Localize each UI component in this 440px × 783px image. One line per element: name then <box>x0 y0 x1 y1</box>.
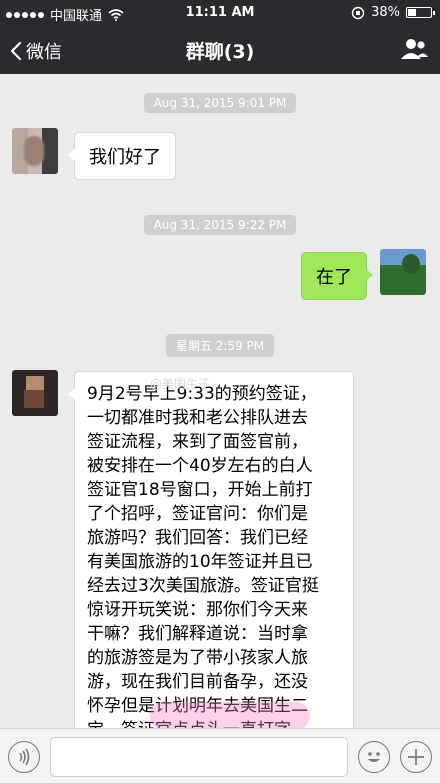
avatar[interactable] <box>12 128 58 174</box>
watermark: @美国生子 <box>150 377 211 391</box>
status-bar: 中国联通 11:11 AM 38% <box>0 0 440 26</box>
message-line: 经去过3次美国旅游。签证官挺 <box>87 576 319 596</box>
battery-fill <box>408 9 417 16</box>
message-line: 了个招呼，签证官问：你们是 <box>87 504 308 524</box>
message-line: 有美国旅游的10年签证并且已 <box>87 552 313 572</box>
avatar[interactable] <box>380 249 426 295</box>
more-options-button[interactable] <box>400 741 432 773</box>
outgoing-message[interactable]: 在了 <box>301 252 373 300</box>
incoming-message[interactable]: 我们好了 <box>68 132 176 180</box>
orientation-lock-icon <box>351 6 365 19</box>
highlight-mark <box>150 702 310 728</box>
smiley-icon <box>368 752 380 762</box>
plus-icon <box>408 749 424 765</box>
emoji-button[interactable] <box>358 741 390 773</box>
message-line: 旅游吗？我们回答：我们已经 <box>87 528 308 548</box>
message-line: 游，现在我们目前备孕，还没 <box>87 672 308 692</box>
message-timestamp: Aug 31, 2015 9:22 PM <box>0 214 440 235</box>
avatar[interactable] <box>12 370 58 416</box>
voice-icon <box>19 748 30 766</box>
message-line: 签证官18号窗口，开始上前打 <box>87 480 313 500</box>
message-timestamp: Aug 31, 2015 9:01 PM <box>0 92 440 113</box>
message-timestamp: 星期五 2:59 PM <box>0 334 440 357</box>
battery-percent: 38% <box>371 5 400 20</box>
message-line: 9月2号早上9:33的预约签证， <box>87 384 317 404</box>
message-line: 一切都准时我和老公排队进去 <box>87 408 308 428</box>
message-line: 惊讶开玩笑说：那你们今天来 <box>87 600 308 620</box>
chat-area[interactable]: Aug 31, 2015 9:01 PM 我们好了 Aug 31, 2015 9… <box>0 74 440 728</box>
voice-input-button[interactable] <box>8 741 40 773</box>
message-line: 的旅游签是为了带小孩家人旅 <box>87 648 308 668</box>
message-line: 签证流程，来到了面签官前， <box>87 432 308 452</box>
input-bar <box>0 728 440 783</box>
message-input[interactable] <box>50 737 348 777</box>
navigation-bar: 微信 群聊(3) <box>0 26 440 74</box>
message-line: 被安排在一个40岁左右的白人 <box>87 456 313 476</box>
incoming-message[interactable]: 9月2号早上9:33的预约签证， 一切都准时我和老公排队进去 签证流程，来到了面… <box>68 371 354 728</box>
battery-icon <box>406 7 435 18</box>
page-title: 群聊(3) <box>185 41 255 63</box>
message-line: 干嘛？我们解释道说：当时拿 <box>87 624 308 644</box>
group-info-icon[interactable] <box>400 37 428 61</box>
